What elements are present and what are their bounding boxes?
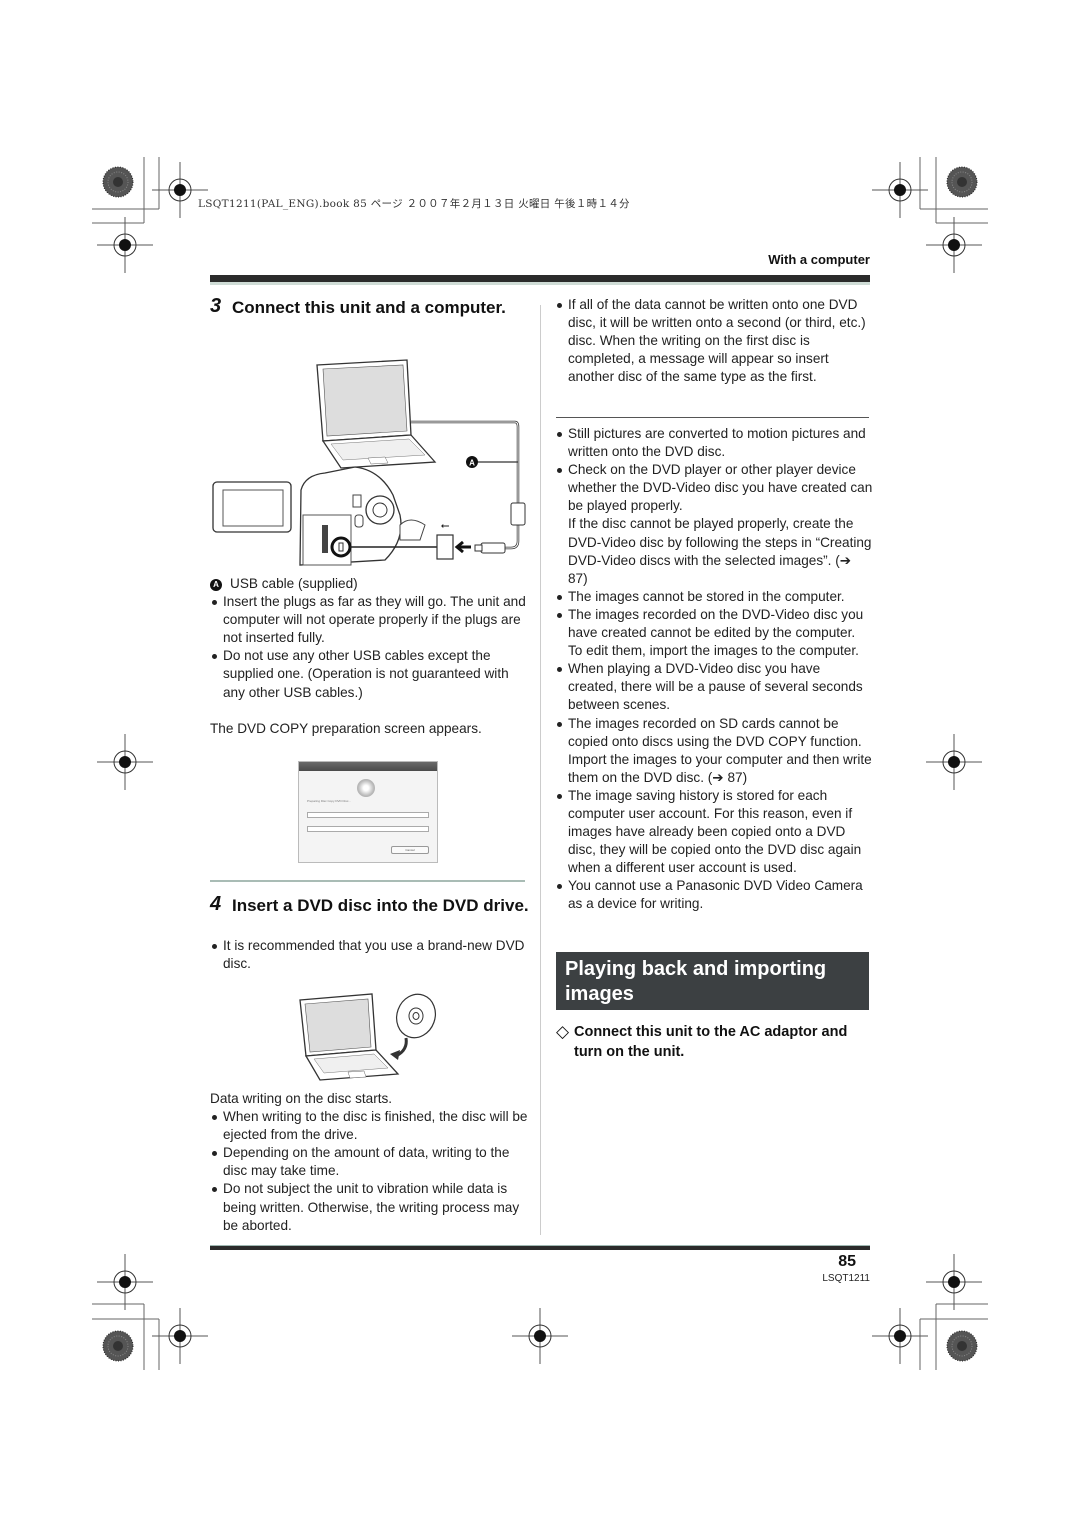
- step-3-heading: 3 Connect this unit and a computer.: [210, 295, 510, 318]
- column-divider: [540, 305, 541, 1235]
- spinner-icon: [357, 779, 375, 797]
- dvd-disc-icon: [396, 993, 436, 1039]
- step-4-notes: It is recommended that you use a brand-n…: [210, 937, 530, 973]
- page-number: 85: [838, 1253, 856, 1270]
- usb-symbol-icon: ⭠: [441, 519, 450, 532]
- progress-bar-2: [307, 826, 429, 832]
- step-number: 4: [210, 893, 222, 915]
- note-item: When playing a DVD-Video disc you have c…: [555, 660, 873, 714]
- writing-notes: Data writing on the disc starts. When wr…: [210, 1090, 530, 1235]
- note-item: You cannot use a Panasonic DVD Video Cam…: [555, 877, 873, 913]
- note-item: Do not subject the unit to vibration whi…: [210, 1180, 530, 1234]
- callout-a-text: USB cable (supplied): [230, 576, 358, 591]
- note-item: Check on the DVD player or other player …: [555, 461, 873, 515]
- section-banner: Playing back and importing images: [556, 952, 869, 1010]
- note-item: The images recorded on the DVD-Video dis…: [555, 606, 873, 660]
- step-3-result: The DVD COPY preparation screen appears.: [210, 720, 482, 736]
- diamond-step: ◇ Connect this unit to the AC adaptor an…: [556, 1022, 876, 1062]
- note-item: It is recommended that you use a brand-n…: [210, 937, 530, 973]
- bottom-rule: [210, 1245, 870, 1250]
- camcorder-icon: [212, 466, 426, 566]
- step-4-result: Data writing on the disc starts.: [210, 1091, 393, 1106]
- callout-a-label: A: [469, 459, 475, 468]
- step-title: Connect this unit and a computer.: [232, 298, 506, 317]
- note-item: The images cannot be stored in the compu…: [555, 588, 873, 606]
- diamond-icon: ◇: [556, 1022, 570, 1041]
- step-number: 3: [210, 295, 222, 317]
- note-item: When writing to the disc is finished, th…: [210, 1108, 530, 1144]
- note-continuation: If the disc cannot be played properly, c…: [568, 516, 872, 586]
- step-3-notes: A USB cable (supplied) Insert the plugs a…: [210, 575, 530, 738]
- dialog-cancel-button: Cancel: [391, 846, 429, 854]
- right-divider: [556, 417, 869, 418]
- progress-bar-1: [307, 812, 429, 818]
- note-item: Still pictures are converted to motion p…: [555, 425, 873, 461]
- callout-legend-item: A USB cable (supplied): [210, 575, 530, 593]
- top-rule: [210, 275, 870, 285]
- dialog-titlebar: [299, 762, 437, 771]
- note-item: The image saving history is stored for e…: [555, 787, 873, 877]
- step-divider: [210, 880, 525, 882]
- laptop-icon: [316, 359, 437, 469]
- connection-illustration: A ⭠: [205, 355, 535, 570]
- dialog-status: Preparing Disc Copy DVD Disc...: [307, 799, 351, 803]
- laptop-icon: [299, 993, 400, 1081]
- right-top-note: If all of the data cannot be written ont…: [555, 296, 871, 386]
- dvd-copy-dialog-screenshot: Preparing Disc Copy DVD Disc... Cancel: [298, 761, 438, 863]
- document-code: LSQT1211: [822, 1273, 870, 1284]
- note-item: Depending on the amount of data, writing…: [210, 1144, 530, 1180]
- note-item: The images recorded on SD cards cannot b…: [555, 715, 873, 787]
- print-header-line: LSQT1211(PAL_ENG).book 85 ページ ２００７年２月１３日…: [198, 198, 630, 210]
- camera-laptop-usb-figure: A ⭠: [212, 359, 526, 566]
- insert-disc-illustration: [290, 988, 450, 1083]
- section-label: With a computer: [768, 252, 870, 267]
- laptop-disc-figure: [299, 993, 436, 1081]
- callout-a-marker: A: [210, 579, 222, 591]
- note-item: Insert the plugs as far as they will go.…: [210, 593, 530, 647]
- right-notes-list: Still pictures are converted to motion p…: [555, 425, 873, 914]
- note-item: Do not use any other USB cables except t…: [210, 647, 530, 701]
- note-item: If all of the data cannot be written ont…: [555, 296, 871, 386]
- step-4-heading: 4 Insert a DVD disc into the DVD drive.: [210, 893, 530, 916]
- step-title: Insert a DVD disc into the DVD drive.: [232, 896, 529, 915]
- diamond-step-text: Connect this unit to the AC adaptor and …: [574, 1024, 848, 1060]
